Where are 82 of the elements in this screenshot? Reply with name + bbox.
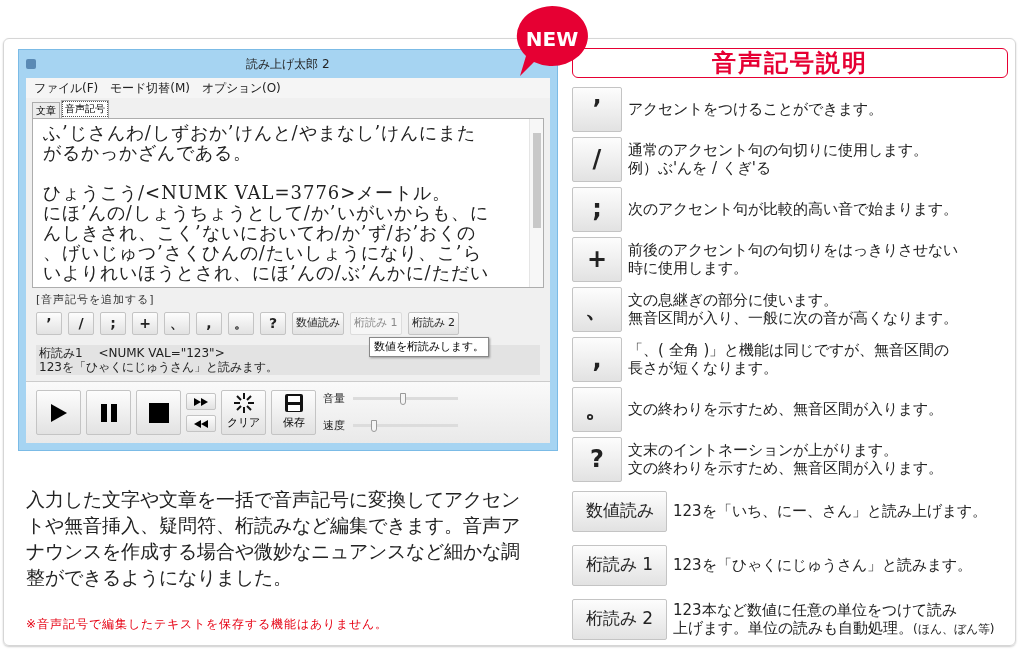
legend-text: 長さが短くなります。 — [628, 359, 778, 377]
note-text: ※音声記号で編集したテキストを保存する機能はありません。 — [26, 616, 390, 633]
key-symbol: 桁読み 1 — [572, 544, 667, 586]
legend-text: 例）ぶ'んを / くぎ'る — [628, 159, 771, 177]
fast-forward-icon — [194, 397, 208, 406]
menu-item[interactable]: ファイル(F) — [34, 79, 99, 97]
symbol-button[interactable]: ’ — [36, 311, 62, 335]
slider-label: 速度 — [323, 417, 345, 434]
legend-text: 123を「いち、にー、さん」と読み上げます。 — [673, 502, 987, 520]
stop-button[interactable] — [136, 390, 181, 435]
stop-icon — [148, 402, 169, 423]
tooltip: 数値を桁読みします。 — [369, 336, 489, 357]
editor-line: 、げいじゅつ’さくひんの/たいしょうになり、こ’ら — [43, 243, 483, 263]
key-symbol: + — [572, 236, 622, 282]
symbol-button[interactable]: + — [132, 311, 158, 335]
symbol-button[interactable]: 。 — [228, 311, 254, 335]
editor-line: いよりれいほうとされ、にほ’んの/ぶ’んかに/ただい — [43, 263, 490, 283]
rewind-icon — [194, 419, 208, 428]
scrollbar-thumb[interactable] — [532, 133, 541, 228]
key-symbol: 数値読み — [572, 490, 667, 532]
legend-text: 123本など数値に任意の単位をつけて読み — [673, 600, 957, 619]
key-symbol: 桁読み 2 — [572, 598, 667, 640]
key-symbol: ’ — [572, 86, 622, 132]
rewind-button[interactable] — [186, 415, 216, 432]
legend-text: 時に使用します。 — [628, 259, 748, 277]
text-editor[interactable]: ふ’じさんわ/しずおか’けんと/やまなし’けんにまた がるかっかざんである。 ひょうこう/<NUMK VAL=3776>メートル。 にほ’んの/しょうちょうとして/か’いがいからも、に んしきされ、こく’ないにおいてわ/か’ず/お’おくの 、げいじゅつ’さくひんの/たいしょうになり、こ’ら いよりれいほうとされ、にほ’んの/ぶ’んかに/ただい — [32, 118, 544, 288]
menu-item[interactable]: オプション(O) — [202, 79, 281, 97]
window-title: 読み上げ太郎 2 — [246, 56, 330, 73]
legend-text: 無音区間が入り、一般に次の音が高くなります。 — [628, 309, 958, 327]
key-symbol: ; — [572, 186, 622, 232]
legend-aside: (ほん、ぼん等) — [913, 620, 995, 638]
info-line: 123を「ひゃくにじゅうさん」と読みます。 — [39, 359, 278, 374]
pause-icon — [99, 402, 118, 423]
sparkle-icon — [232, 393, 255, 414]
slider-label: 音量 — [323, 391, 345, 407]
scrollbar[interactable] — [529, 119, 543, 287]
editor-line: ひょうこう/<NUMK VAL=3776>メートル。 — [43, 183, 453, 203]
symbol-button[interactable]: 数値読み — [292, 311, 344, 335]
legend-text: 文の終わりを示すため、無音区間が入ります。 — [628, 459, 943, 477]
play-button[interactable] — [36, 390, 81, 435]
section-label: [音声記号を追加する] — [36, 292, 155, 308]
tab[interactable]: 音声記号 — [61, 100, 109, 118]
menu-item[interactable]: モード切替(M) — [110, 79, 190, 97]
legend-text: 上げます。単位の読みも自動処理。 — [673, 618, 913, 637]
legend-text: 通常のアクセント句の句切りに使用します。 — [628, 141, 928, 159]
legend-text: 文の終わりを示すため、無音区間が入ります。 — [628, 400, 943, 418]
editor-line: んしきされ、こく’ないにおいてわ/か’ず/お’おくの — [43, 223, 478, 243]
editor-line: がるかっかざんである。 — [43, 143, 253, 163]
legend-text: 文末のイントネーションが上がります。 — [628, 441, 898, 459]
slider-thumb[interactable] — [371, 419, 377, 432]
key-symbol: ? — [572, 436, 622, 482]
editor-line: ふ’じさんわ/しずおか’けんと/やまなし’けんにまた — [43, 123, 478, 143]
legend-text: 次のアクセント句が比較的高い音で始まります。 — [628, 200, 958, 218]
slider-track[interactable] — [353, 418, 458, 433]
key-symbol: 。 — [572, 386, 622, 432]
symbol-button[interactable]: 桁読み 2 — [407, 311, 459, 335]
legend-text: アクセントをつけることができます。 — [628, 100, 883, 118]
symbol-button[interactable]: ; — [100, 311, 126, 335]
play-icon — [49, 402, 68, 423]
symbol-button[interactable]: 、 — [164, 311, 190, 335]
slider-track[interactable] — [353, 392, 458, 407]
forward-button[interactable] — [186, 393, 216, 410]
description-text: 入力した文字や文章を一括で音声記号に変換してアクセントや無音挿入、疑問符、桁読みなど編集できます。音声アナウンスを作成する場合や微妙なニュアンスなど細かな調整ができるようになりました。 — [26, 488, 521, 590]
legend-text: 「、( 全角 )」と機能は同じですが、無音区間の — [628, 341, 950, 359]
legend-title: 音声記号説明 — [712, 48, 868, 79]
symbol-button[interactable]: , — [196, 311, 222, 335]
legend-text: 前後のアクセント句の句切りをはっきりさせない — [628, 241, 958, 259]
clear-button[interactable]: クリア — [221, 390, 266, 435]
editor-line: にほ’んの/しょうちょうとして/か’いがいからも、に — [43, 203, 490, 223]
app-icon — [26, 59, 36, 69]
key-symbol: , — [572, 336, 622, 382]
save-button[interactable]: 保存 — [271, 390, 316, 435]
symbol-button[interactable]: / — [68, 311, 94, 335]
legend-text: 123を「ひゃくにじゅうさん」と読みます。 — [673, 556, 972, 574]
pause-button[interactable] — [86, 390, 131, 435]
slider-thumb[interactable] — [400, 393, 407, 406]
info-line: 桁読み1 <NUMK VAL="123"> — [39, 345, 225, 360]
symbol-button[interactable]: ? — [260, 311, 286, 335]
legend-text: 文の息継ぎの部分に使います。 — [628, 291, 838, 309]
key-symbol: 、 — [572, 286, 622, 332]
key-symbol: / — [572, 136, 622, 182]
tab[interactable]: 文章 — [32, 102, 60, 118]
